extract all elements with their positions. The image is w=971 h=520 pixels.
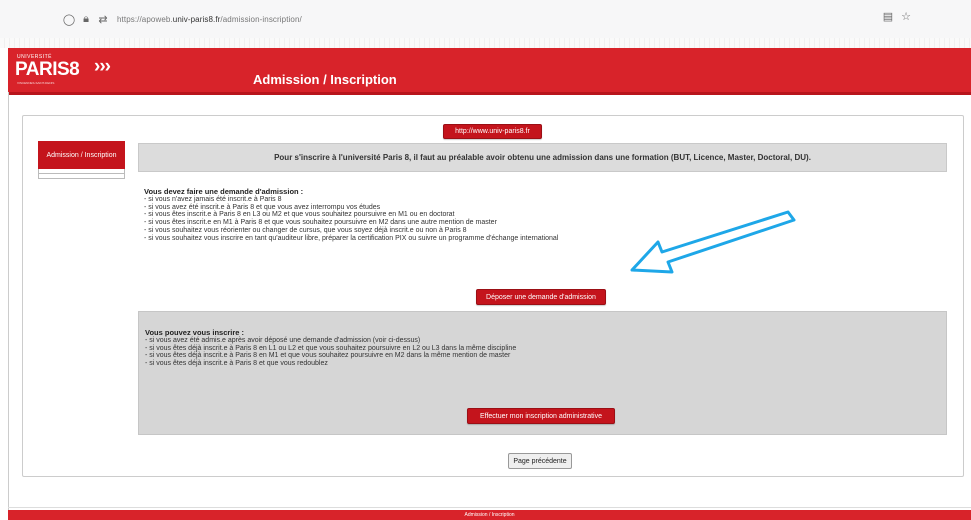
admission-heading: Vous devez faire une demande d'admission… (144, 187, 304, 196)
list-item: - si vous êtes inscrit.e en M1 à Paris 8… (144, 219, 497, 227)
list-item: - si vous souhaitez vous inscrire en tan… (144, 234, 559, 242)
page-title: Admission / Inscription (253, 72, 397, 87)
side-menu-item-admission-inscription[interactable]: Admission / Inscription (38, 141, 125, 169)
list-item: - si vous êtes inscrit.e à Paris 8 en L3… (144, 211, 455, 219)
admission-section: Vous devez faire une demande d'admission… (144, 188, 924, 243)
info-banner: Pour s'inscrire à l'université Paris 8, … (138, 143, 947, 172)
list-item: - si vous êtes déjà inscrit.e à Paris 8 … (145, 352, 511, 360)
header-divider (8, 92, 971, 95)
url-text[interactable]: https://apoweb.univ-paris8.fr/admission-… (117, 15, 302, 24)
tab-strip-texture (0, 38, 971, 48)
lock-icon[interactable]: 🔒︎ (79, 13, 93, 26)
previous-page-button[interactable]: Page précédente (508, 453, 572, 469)
list-item: - si vous avez été inscrit.e à Paris 8 e… (144, 203, 381, 211)
list-item: - si vous êtes déjà inscrit.e à Paris 8 … (145, 360, 328, 368)
administrative-registration-button[interactable]: Effectuer mon inscription administrative (467, 408, 615, 424)
reader-mode-icon[interactable]: ▤ (883, 10, 893, 23)
site-header: UNIVERSITÉ PARIS8 VINCENNES-SAINT-DENIS … (8, 48, 971, 95)
list-item: - si vous êtes déjà inscrit.e à Paris 8 … (145, 344, 517, 352)
list-item: - si vous souhaitez vous réorienter ou c… (144, 226, 467, 234)
footer-bar: Admission / Inscription (8, 510, 971, 520)
list-item: - si vous n'avez jamais été inscrit.e à … (144, 195, 282, 203)
address-bar[interactable]: ◯ 🔒︎ ⇄ https://apoweb.univ-paris8.fr/adm… (62, 9, 922, 29)
logo-paris8-text: PARIS8 (15, 59, 80, 80)
submit-admission-request-button[interactable]: Déposer une demande d'admission (476, 289, 606, 305)
footer-divider (8, 507, 971, 508)
shield-icon[interactable]: ◯ (62, 13, 76, 26)
blue-arrow-annotation (630, 210, 796, 274)
inscription-heading: Vous pouvez vous inscrire : (145, 328, 245, 337)
list-item: - si vous avez été admis.e après avoir d… (145, 336, 421, 344)
paris8-logo[interactable]: UNIVERSITÉ PARIS8 VINCENNES-SAINT-DENIS (14, 53, 84, 87)
univ-paris8-link-button[interactable]: http://www.univ-paris8.fr (443, 124, 542, 139)
bookmark-star-icon[interactable]: ☆ (901, 10, 911, 23)
side-menu-subitem[interactable] (38, 174, 125, 179)
browser-toolbar: ◯ 🔒︎ ⇄ https://apoweb.univ-paris8.fr/adm… (0, 0, 971, 39)
permissions-icon[interactable]: ⇄ (96, 13, 110, 26)
side-menu: Admission / Inscription (38, 141, 125, 179)
frame-border (8, 92, 9, 512)
logo-tagline: VINCENNES-SAINT-DENIS (17, 81, 55, 85)
chevrons-icon: ››› (94, 56, 111, 77)
